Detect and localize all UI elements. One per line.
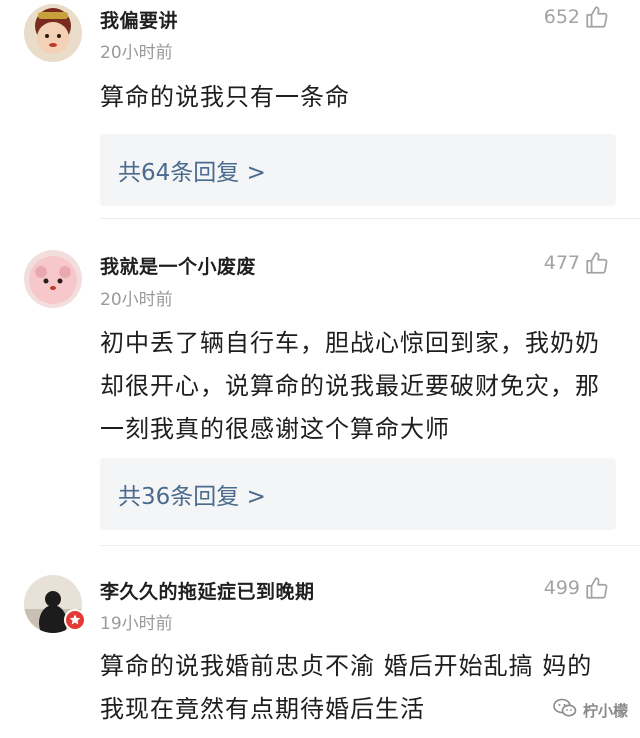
watermark-text: 柠小檬 [582, 701, 628, 720]
comment-text: 算命的说我婚前忠贞不渝 婚后开始乱搞 妈的我现在竟然有点期待婚后生活 [100, 652, 593, 723]
wechat-icon [553, 698, 577, 722]
divider [100, 545, 640, 546]
like-button[interactable]: 499 [544, 575, 610, 601]
thumbs-up-icon [584, 575, 610, 601]
watermark: 柠小檬 [553, 698, 628, 722]
like-count: 652 [543, 6, 580, 28]
username[interactable]: 我偏要讲 [100, 6, 178, 33]
avatar[interactable] [24, 575, 86, 633]
timestamp: 19小时前 [100, 614, 173, 634]
like-button[interactable]: 652 [544, 4, 610, 30]
view-replies-button[interactable]: 共36条回复 > [100, 458, 616, 530]
thumbs-up-icon [584, 4, 610, 30]
timestamp: 20小时前 [100, 43, 173, 63]
verified-badge-icon [64, 609, 86, 635]
like-count: 499 [543, 577, 580, 599]
thumbs-up-icon [584, 250, 610, 276]
avatar[interactable] [24, 250, 82, 308]
username[interactable]: 我就是一个小废废 [100, 252, 256, 279]
like-button[interactable]: 477 [544, 250, 610, 276]
comment-text: 初中丢了辆自行车，胆战心惊回到家，我奶奶却很开心，说算命的说我最近要破财免灾，那… [100, 329, 600, 443]
comment-text: 算命的说我只有一条命 [100, 83, 350, 111]
view-replies-button[interactable]: 共64条回复 > [100, 134, 616, 206]
timestamp: 20小时前 [100, 290, 173, 310]
divider [100, 218, 640, 219]
avatar[interactable] [24, 4, 82, 62]
like-count: 477 [543, 252, 580, 274]
username[interactable]: 李久久的拖延症已到晚期 [100, 577, 315, 604]
